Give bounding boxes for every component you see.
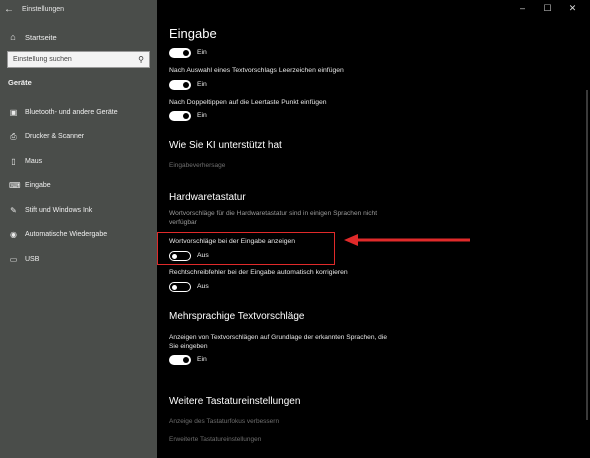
ai-link[interactable]: Eingabeverhersage <box>169 162 225 169</box>
option-period-label: Nach Doppeltippen auf die Leertaste Punk… <box>169 99 327 106</box>
more-keyboard-heading: Weitere Tastatureinstellungen <box>169 396 301 407</box>
group-label: Geräte <box>8 78 32 87</box>
printer-icon: ⎙ <box>10 131 17 141</box>
title-bar: ← Einstellungen <box>0 0 157 18</box>
keyboard-icon: ⌨ <box>9 181 21 191</box>
sidebar-item-label: Stift und Windows Ink <box>25 206 93 214</box>
autoplay-icon: ◉ <box>10 230 17 240</box>
home-label: Startseite <box>25 32 57 42</box>
toggle-period[interactable] <box>169 111 191 121</box>
hardware-hint: Wortvorschläge für die Hardwaretastatur … <box>169 210 378 226</box>
sidebar-item-label: USB <box>25 255 40 263</box>
sidebar-item-autoplay[interactable]: ◉ Automatische Wiedergabe <box>0 223 157 248</box>
sidebar-item-usb[interactable]: ▭ USB <box>0 247 157 272</box>
toggle-space[interactable] <box>169 80 191 90</box>
annotation-highlight-box <box>157 232 335 265</box>
mouse-icon: ▯ <box>11 156 16 166</box>
sidebar-item-label: Bluetooth- und andere Geräte <box>25 108 118 116</box>
home-icon: ⌂ <box>10 32 16 42</box>
back-arrow-icon[interactable]: ← <box>0 4 18 15</box>
sidebar-item-mouse[interactable]: ▯ Maus <box>0 149 157 174</box>
page-title: Eingabe <box>169 26 217 41</box>
scrollbar[interactable] <box>586 90 588 420</box>
sidebar-item-label: Drucker & Scanner <box>25 133 85 141</box>
toggle-state-label: Ein <box>197 356 207 363</box>
toggle-typing-top[interactable] <box>169 48 191 58</box>
sidebar-item-printers[interactable]: ⎙ Drucker & Scanner <box>0 125 157 150</box>
toggle-state-label: Ein <box>197 112 207 119</box>
sidebar-item-label: Eingabe <box>25 182 51 190</box>
search-input[interactable] <box>13 56 133 63</box>
option-space-label: Nach Auswahl eines Textvorschlags Leerze… <box>169 67 344 74</box>
annotation-arrow-icon <box>344 234 470 246</box>
search-box[interactable]: ⚲ <box>7 51 150 68</box>
sidebar-item-pen[interactable]: ✎ Stift und Windows Ink <box>0 198 157 223</box>
sidebar-item-label: Automatische Wiedergabe <box>25 231 108 239</box>
app-title: Einstellungen <box>22 5 65 13</box>
toggle-state-label: Ein <box>197 81 207 88</box>
sidebar-item-label: Maus <box>25 157 43 165</box>
sidebar-item-typing[interactable]: ⌨ Eingabe <box>0 174 157 199</box>
toggle-hw-autocorrect[interactable] <box>169 282 191 292</box>
hw-autocorrect-label: Rechtschreibfehler bei der Eingabe autom… <box>169 269 348 276</box>
main-content: Eingabe Ein Nach Auswahl eines Textvorsc… <box>157 0 590 458</box>
usb-icon: ▭ <box>9 254 18 264</box>
multilingual-description: Anzeigen von Textvorschlägen auf Grundla… <box>169 334 387 350</box>
search-icon[interactable]: ⚲ <box>138 55 144 64</box>
home-link[interactable]: ⌂ Startseite <box>8 32 57 42</box>
advanced-keyboard-link[interactable]: Erweiterte Tastatureinstellungen <box>169 436 261 443</box>
bluetooth-icon: ▣ <box>9 107 18 117</box>
sidebar: ← Einstellungen ⌂ Startseite ⚲ Geräte ▣ … <box>0 0 157 458</box>
focus-indicator-link[interactable]: Anzeige des Tastaturfokus verbessern <box>169 418 279 425</box>
toggle-state-label: Aus <box>197 283 209 290</box>
pen-icon: ✎ <box>10 205 17 215</box>
toggle-multilingual[interactable] <box>169 355 191 365</box>
multilingual-heading: Mehrsprachige Textvorschläge <box>169 311 305 322</box>
sidebar-item-bluetooth[interactable]: ▣ Bluetooth- und andere Geräte <box>0 100 157 125</box>
toggle-state-label: Ein <box>197 49 207 56</box>
hardware-heading: Hardwaretastatur <box>169 192 246 203</box>
sidebar-nav: ▣ Bluetooth- und andere Geräte ⎙ Drucker… <box>0 100 157 272</box>
ai-heading: Wie Sie KI unterstützt hat <box>169 140 282 151</box>
